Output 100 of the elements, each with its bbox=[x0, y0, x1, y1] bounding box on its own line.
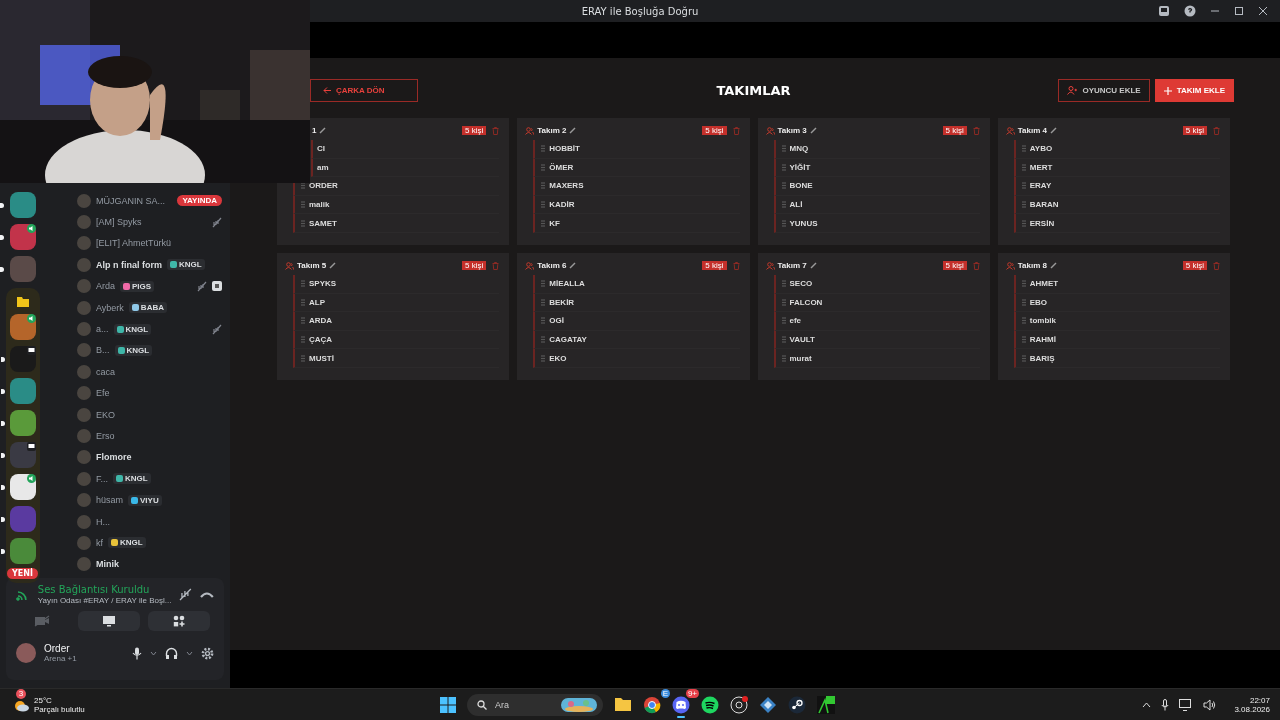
microphone-icon[interactable] bbox=[132, 646, 142, 660]
voice-member[interactable]: [ELIT] AhmetTürkü bbox=[77, 232, 222, 255]
maximize-icon[interactable] bbox=[1234, 6, 1244, 16]
settings-icon[interactable] bbox=[201, 646, 214, 660]
player-row[interactable]: EBO bbox=[1013, 293, 1220, 313]
player-row[interactable]: MNQ bbox=[773, 140, 980, 159]
player-row[interactable]: MİEALLA bbox=[533, 275, 740, 294]
user-avatar[interactable] bbox=[16, 643, 36, 663]
voice-member[interactable]: caca bbox=[77, 361, 222, 383]
player-row[interactable]: MUSTİ bbox=[293, 349, 500, 368]
drag-handle-icon[interactable] bbox=[781, 201, 786, 209]
folder-icon[interactable] bbox=[614, 697, 632, 712]
channel-link[interactable]: Yayın Odası #ERAY / ERAY ile Boşl... bbox=[37, 596, 172, 605]
drag-handle-icon[interactable] bbox=[1021, 298, 1026, 306]
player-row[interactable]: BEKİR bbox=[533, 293, 740, 313]
music-app-icon[interactable] bbox=[701, 695, 719, 714]
player-row[interactable]: AHMET bbox=[1013, 275, 1220, 294]
player-row[interactable]: BONE bbox=[773, 177, 980, 196]
drag-handle-icon[interactable] bbox=[781, 336, 786, 344]
player-row[interactable]: AYBO bbox=[1013, 140, 1220, 159]
player-row[interactable]: RAHMİ bbox=[1013, 330, 1220, 350]
drag-handle-icon[interactable] bbox=[781, 182, 786, 190]
drag-handle-icon[interactable] bbox=[541, 201, 546, 209]
voice-member[interactable]: Erso bbox=[77, 425, 222, 447]
time[interactable]: 22:07 bbox=[1249, 695, 1270, 705]
player-row[interactable]: SPYKS bbox=[293, 275, 500, 294]
disconnect-icon[interactable] bbox=[200, 590, 214, 599]
player-row[interactable]: VAULT bbox=[773, 330, 980, 350]
player-row[interactable]: ALİ bbox=[773, 195, 980, 215]
player-row[interactable]: OGİ bbox=[533, 312, 740, 331]
chevron-icon[interactable] bbox=[186, 650, 193, 656]
player-row[interactable]: murat bbox=[773, 349, 980, 368]
player-row[interactable]: MERT bbox=[1013, 158, 1220, 178]
headphones-icon[interactable] bbox=[165, 646, 178, 660]
voice-member[interactable]: kf KNGL bbox=[77, 532, 222, 554]
player-row[interactable]: SECO bbox=[773, 275, 980, 294]
player-row[interactable]: MAXERS bbox=[533, 177, 740, 196]
drag-handle-icon[interactable] bbox=[1021, 163, 1026, 171]
drag-handle-icon[interactable] bbox=[1021, 182, 1026, 190]
trash-icon[interactable] bbox=[972, 261, 980, 270]
drag-handle-icon[interactable] bbox=[781, 317, 786, 325]
trash-icon[interactable] bbox=[492, 261, 500, 270]
pencil-icon[interactable] bbox=[1049, 262, 1057, 269]
diamond-app-icon[interactable] bbox=[759, 695, 777, 714]
server-icon[interactable] bbox=[9, 314, 36, 340]
drag-handle-icon[interactable] bbox=[1021, 201, 1026, 209]
voice-member[interactable]: MÜJGANIN SA... YAYINDA bbox=[77, 190, 222, 212]
player-row[interactable]: KF bbox=[533, 214, 740, 233]
player-row[interactable]: tombik bbox=[1013, 312, 1220, 331]
drag-handle-icon[interactable] bbox=[1021, 280, 1026, 288]
launcher-app-icon[interactable] bbox=[817, 695, 835, 714]
add-player-button[interactable]: OYUNCU EKLE bbox=[1058, 79, 1150, 102]
trash-icon[interactable] bbox=[972, 126, 980, 135]
drag-handle-icon[interactable] bbox=[781, 219, 786, 227]
voice-member[interactable]: Alp n final form KNGL bbox=[77, 254, 222, 276]
player-row[interactable]: YİĞİT bbox=[773, 158, 980, 178]
pencil-icon[interactable] bbox=[1049, 127, 1057, 134]
player-row[interactable]: SAMET bbox=[293, 214, 500, 233]
player-row[interactable]: ARDA bbox=[293, 312, 500, 331]
drag-handle-icon[interactable] bbox=[541, 280, 546, 288]
player-row[interactable]: efe bbox=[773, 312, 980, 331]
server-icon[interactable] bbox=[9, 224, 36, 250]
player-row[interactable]: ÇAÇA bbox=[293, 330, 500, 350]
volume-icon[interactable] bbox=[1203, 698, 1217, 711]
trash-icon[interactable] bbox=[492, 126, 500, 135]
drag-handle-icon[interactable] bbox=[1021, 145, 1026, 153]
player-row[interactable]: malik bbox=[293, 195, 500, 215]
voice-member[interactable]: F... KNGL bbox=[77, 468, 222, 490]
drag-handle-icon[interactable] bbox=[781, 298, 786, 306]
chat-app-icon[interactable] bbox=[672, 695, 690, 714]
drag-handle-icon[interactable] bbox=[541, 163, 546, 171]
folder-icon[interactable] bbox=[15, 296, 30, 308]
voice-member[interactable]: hüsam VIYU bbox=[77, 489, 222, 511]
screen-share-button[interactable] bbox=[78, 611, 140, 631]
drag-handle-icon[interactable] bbox=[1021, 317, 1026, 325]
drag-handle-icon[interactable] bbox=[541, 145, 546, 153]
pencil-icon[interactable] bbox=[329, 262, 337, 269]
player-row[interactable]: KADİR bbox=[533, 195, 740, 215]
voice-member[interactable]: a... KNGL bbox=[77, 318, 222, 340]
player-row[interactable]: EKO bbox=[533, 349, 740, 368]
voice-member[interactable]: [AM] Spyks bbox=[77, 211, 222, 233]
pencil-icon[interactable] bbox=[809, 127, 817, 134]
chevron-icon[interactable] bbox=[150, 650, 157, 656]
player-row[interactable]: am bbox=[311, 158, 500, 178]
drag-handle-icon[interactable] bbox=[541, 219, 546, 227]
server-icon[interactable] bbox=[9, 474, 36, 500]
voice-member[interactable]: Minik bbox=[77, 553, 222, 576]
game-store-icon[interactable] bbox=[788, 695, 806, 714]
noise-suppression-icon[interactable] bbox=[179, 588, 193, 601]
player-row[interactable]: ALP bbox=[293, 293, 500, 313]
microphone-icon[interactable] bbox=[1161, 698, 1170, 711]
trash-icon[interactable] bbox=[732, 261, 740, 270]
drag-handle-icon[interactable] bbox=[781, 354, 786, 362]
drag-handle-icon[interactable] bbox=[541, 354, 546, 362]
pencil-icon[interactable] bbox=[569, 127, 577, 134]
voice-member[interactable]: Ayberk BABA bbox=[77, 296, 222, 319]
drag-handle-icon[interactable] bbox=[1021, 354, 1026, 362]
drag-handle-icon[interactable] bbox=[541, 317, 546, 325]
player-row[interactable]: ÖMER bbox=[533, 158, 740, 178]
pencil-icon[interactable] bbox=[809, 262, 817, 269]
